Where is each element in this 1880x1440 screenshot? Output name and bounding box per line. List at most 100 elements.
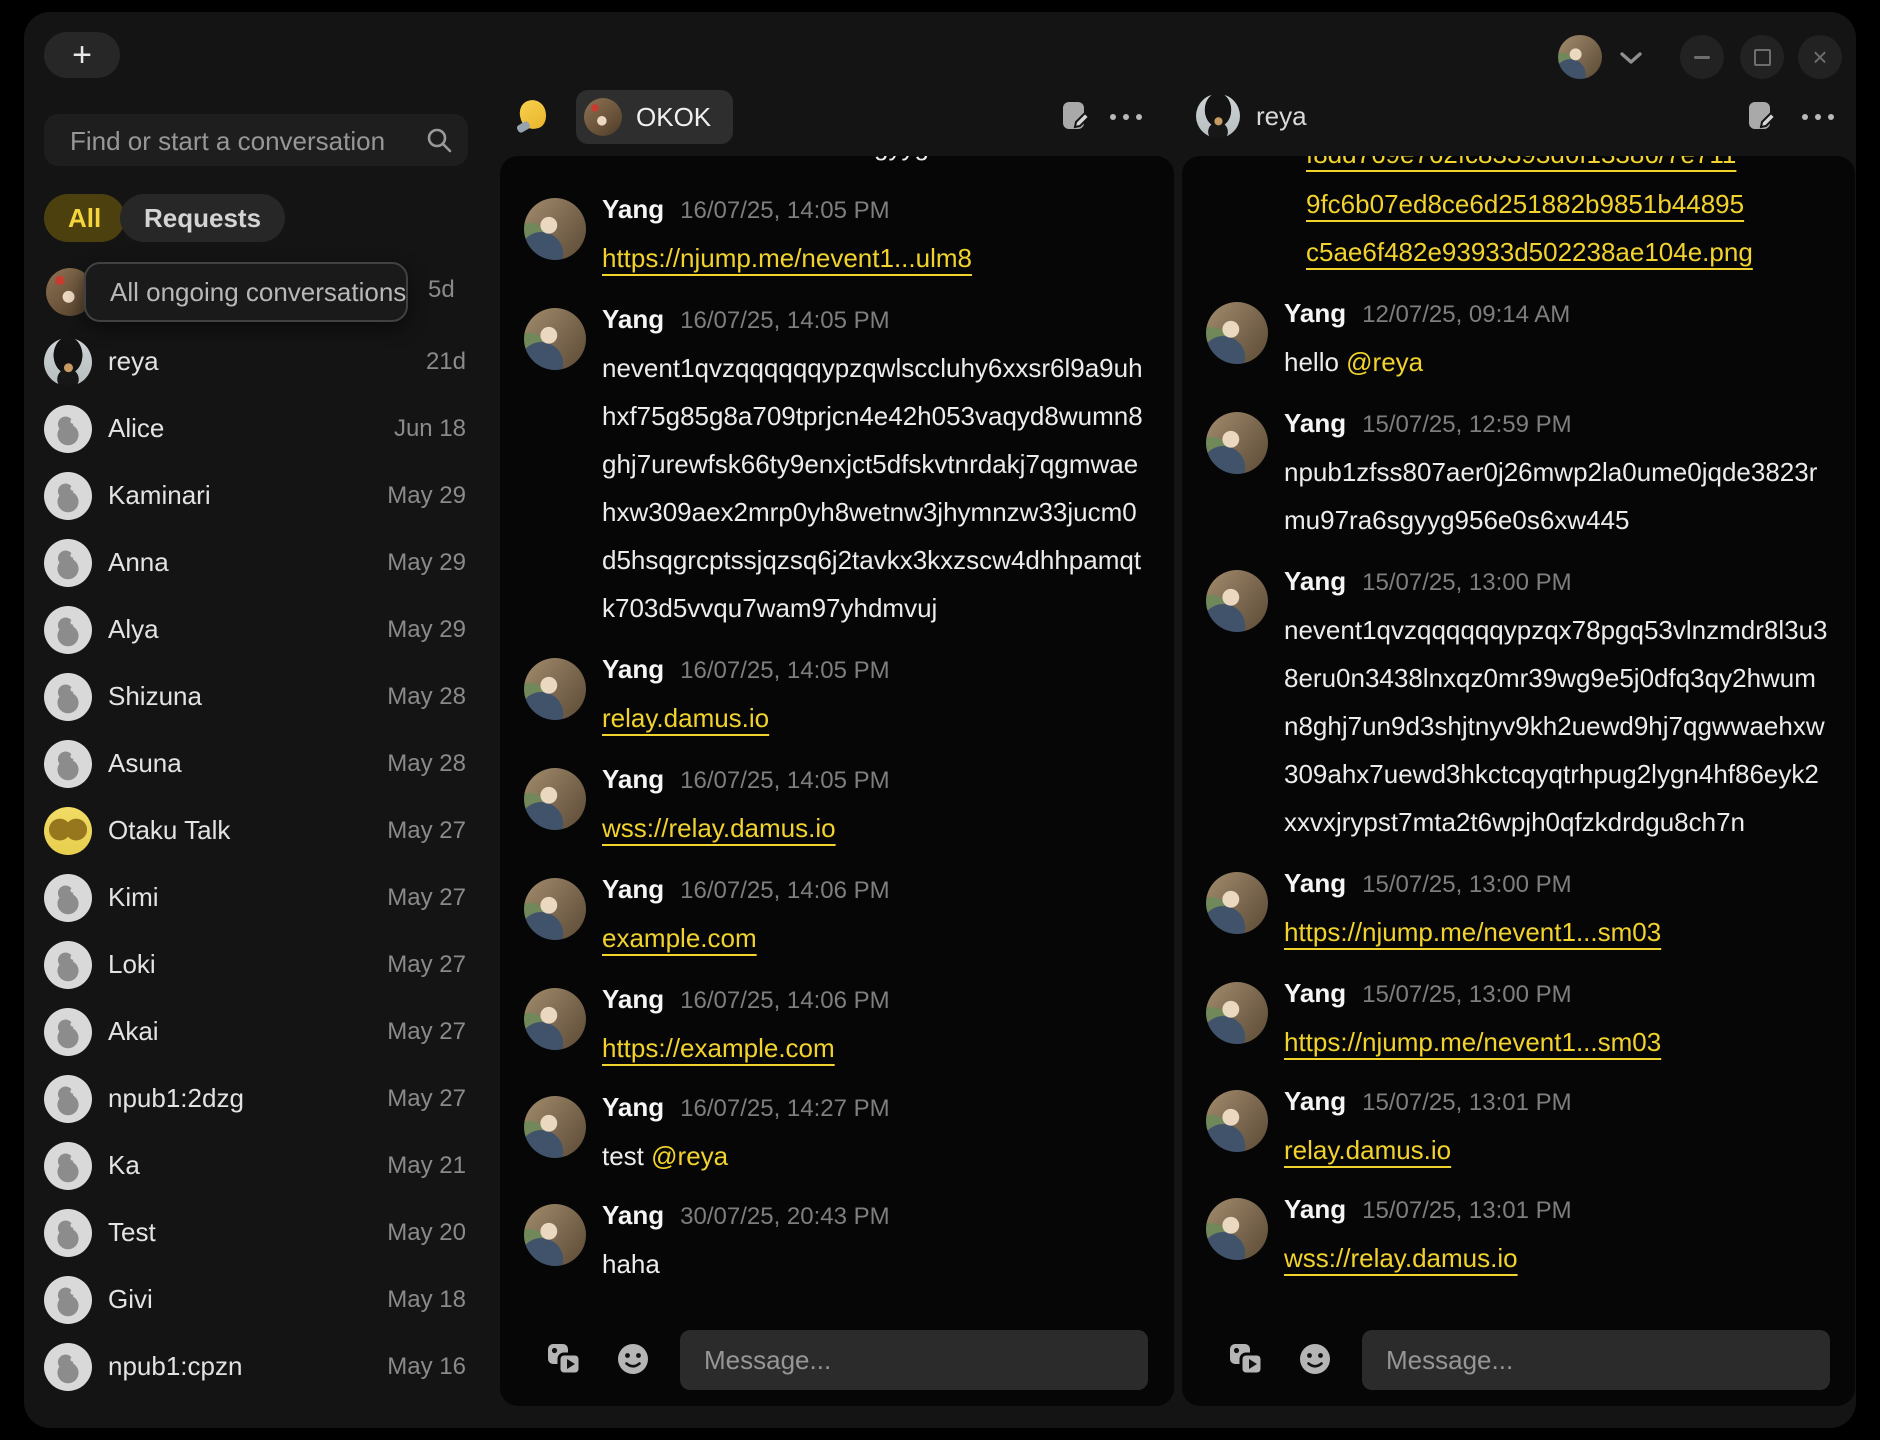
conversation-row[interactable]: AlyaMay 29	[44, 596, 468, 663]
message-link[interactable]: c5ae6f482e93933d502238ae104e.png	[1306, 228, 1854, 276]
message-link[interactable]: https://njump.me/nevent1...ulm8	[602, 243, 972, 273]
peer-avatar	[1196, 94, 1240, 138]
tab-requests[interactable]: Requests	[120, 194, 285, 242]
message-content: test @reya	[602, 1132, 1148, 1180]
message-timestamp: 15/07/25, 13:01 PM	[1362, 1197, 1571, 1225]
message-avatar	[524, 878, 586, 940]
message-content: example.com	[602, 914, 1148, 962]
clipped-message: f8dd769e762fc83393d6f13386/7e7119fc6b07e…	[1306, 156, 1854, 276]
tab-all[interactable]: All	[44, 194, 125, 242]
conversation-row[interactable]: AkaiMay 27	[44, 998, 468, 1065]
chat-panel-okok: gyyg Yang16/07/25, 14:05 PMhttps://njump…	[500, 156, 1174, 1406]
message-author: Yang	[602, 874, 664, 905]
conversation-name: Akai	[108, 1016, 159, 1047]
peer-avatar	[584, 98, 622, 136]
message-author: Yang	[1284, 1086, 1346, 1117]
message-timestamp: 15/07/25, 12:59 PM	[1362, 411, 1571, 439]
message-avatar	[524, 308, 586, 370]
conversation-row[interactable]: GiviMay 18	[44, 1266, 468, 1333]
conversation-date: May 27	[387, 884, 466, 912]
message-link[interactable]: https://example.com	[602, 1033, 835, 1063]
message-link[interactable]: f8dd769e762fc83393d6f13386/7e711	[1306, 156, 1854, 178]
close-icon: ×	[1812, 42, 1827, 73]
message-link[interactable]: wss://relay.damus.io	[1284, 1243, 1518, 1273]
message-text: nevent1qvzqqqqqqypzqwlsccluhy6xxsr6l9a9u…	[602, 353, 1143, 623]
message-timestamp: 16/07/25, 14:27 PM	[680, 1095, 889, 1123]
close-button[interactable]: ×	[1798, 35, 1842, 79]
conversation-date: May 29	[387, 549, 466, 577]
conversation-avatar	[44, 1142, 92, 1190]
message-link[interactable]: relay.damus.io	[1284, 1135, 1451, 1165]
message-avatar	[1206, 302, 1268, 364]
message-avatar	[524, 988, 586, 1050]
message: Yang30/07/25, 20:43 PMhaha	[524, 1200, 1148, 1288]
message-link[interactable]: https://njump.me/nevent1...sm03	[1284, 917, 1661, 947]
message-link[interactable]: example.com	[602, 923, 757, 953]
message-content: relay.damus.io	[602, 694, 1148, 742]
note-edit-icon[interactable]	[1062, 100, 1090, 135]
message: Yang16/07/25, 14:05 PMwss://relay.damus.…	[524, 764, 1148, 852]
peer-button-okok[interactable]: OKOK	[576, 90, 733, 144]
message-input[interactable]	[680, 1330, 1148, 1390]
peer-button-reya[interactable]: reya	[1196, 94, 1307, 138]
conversation-list: reya21dAliceJun 18 Kaminari May 29 Anna May …	[44, 328, 468, 1400]
conversation-row[interactable]: TestMay 20	[44, 1199, 468, 1266]
conversation-row[interactable]: KimiMay 27	[44, 864, 468, 931]
chevron-down-icon[interactable]	[1620, 52, 1642, 70]
message-text: haha	[602, 1249, 660, 1279]
message-author: Yang	[602, 304, 664, 335]
conversation-date: May 27	[387, 817, 466, 845]
conversation-row[interactable]: npub1:cpznMay 16	[44, 1333, 468, 1400]
message-input[interactable]	[1362, 1330, 1830, 1390]
conversation-row[interactable]: Anna May 29	[44, 529, 468, 596]
waving-hand-icon	[516, 98, 552, 134]
account-avatar[interactable]	[1558, 35, 1602, 79]
conversation-row[interactable]: Otaku TalkMay 27	[44, 797, 468, 864]
conversation-name: Kaminari	[108, 480, 211, 511]
mention[interactable]: @reya	[1346, 347, 1423, 377]
message-author: Yang	[1284, 566, 1346, 597]
conversation-date: 5d	[428, 276, 455, 304]
message-link[interactable]: wss://relay.damus.io	[602, 813, 836, 843]
conversation-date: May 29	[387, 482, 466, 510]
message: Yang15/07/25, 13:01 PMwss://relay.damus.…	[1206, 1194, 1829, 1282]
conversation-row[interactable]: AliceJun 18	[44, 395, 468, 462]
media-picker-icon[interactable]	[546, 1342, 582, 1381]
emoji-icon[interactable]	[1298, 1342, 1332, 1379]
search-box	[44, 114, 468, 166]
conversation-name: Anna	[108, 547, 169, 578]
message-author: Yang	[602, 984, 664, 1015]
message: Yang15/07/25, 13:00 PMnevent1qvzqqqqqqyp…	[1206, 566, 1829, 846]
search-input[interactable]	[68, 114, 432, 168]
conversation-row[interactable]: KaMay 21	[44, 1132, 468, 1199]
emoji-icon[interactable]	[616, 1342, 650, 1379]
mention[interactable]: @reya	[651, 1141, 728, 1171]
note-edit-icon[interactable]	[1748, 100, 1776, 135]
message-link[interactable]: 9fc6b07ed8ce6d251882b9851b44895	[1306, 180, 1854, 228]
conversation-row[interactable]: reya21d	[44, 328, 468, 395]
minimize-button[interactable]	[1680, 35, 1724, 79]
more-options-icon[interactable]	[1802, 102, 1834, 132]
message-content: https://njump.me/nevent1...sm03	[1284, 1018, 1829, 1066]
media-picker-icon[interactable]	[1228, 1342, 1264, 1381]
maximize-button[interactable]	[1740, 35, 1784, 79]
message-author: Yang	[602, 1092, 664, 1123]
conversation-avatar	[44, 1075, 92, 1123]
conversation-avatar	[44, 606, 92, 654]
more-options-icon[interactable]	[1110, 102, 1142, 132]
conversation-name: npub1:cpzn	[108, 1351, 242, 1382]
tooltip: All ongoing conversations	[84, 262, 408, 322]
conversation-row[interactable]: Kaminari May 29	[44, 462, 468, 529]
conversation-row[interactable]: npub1:2dzgMay 27	[44, 1065, 468, 1132]
conversation-row[interactable]: ShizunaMay 28	[44, 663, 468, 730]
message-avatar	[524, 1204, 586, 1266]
conversation-row[interactable]: AsunaMay 28	[44, 730, 468, 797]
conversation-name: Loki	[108, 949, 156, 980]
message-content: wss://relay.damus.io	[602, 804, 1148, 852]
conversation-row[interactable]: LokiMay 27	[44, 931, 468, 998]
new-chat-button[interactable]: +	[44, 32, 120, 78]
message-link[interactable]: https://njump.me/nevent1...sm03	[1284, 1027, 1661, 1057]
message-text: nevent1qvzqqqqqqypzqx78pgq53vlnzmdr8l3u3…	[1284, 615, 1828, 837]
message-link[interactable]: relay.damus.io	[602, 703, 769, 733]
message-content: nevent1qvzqqqqqqypzqx78pgq53vlnzmdr8l3u3…	[1284, 606, 1829, 846]
